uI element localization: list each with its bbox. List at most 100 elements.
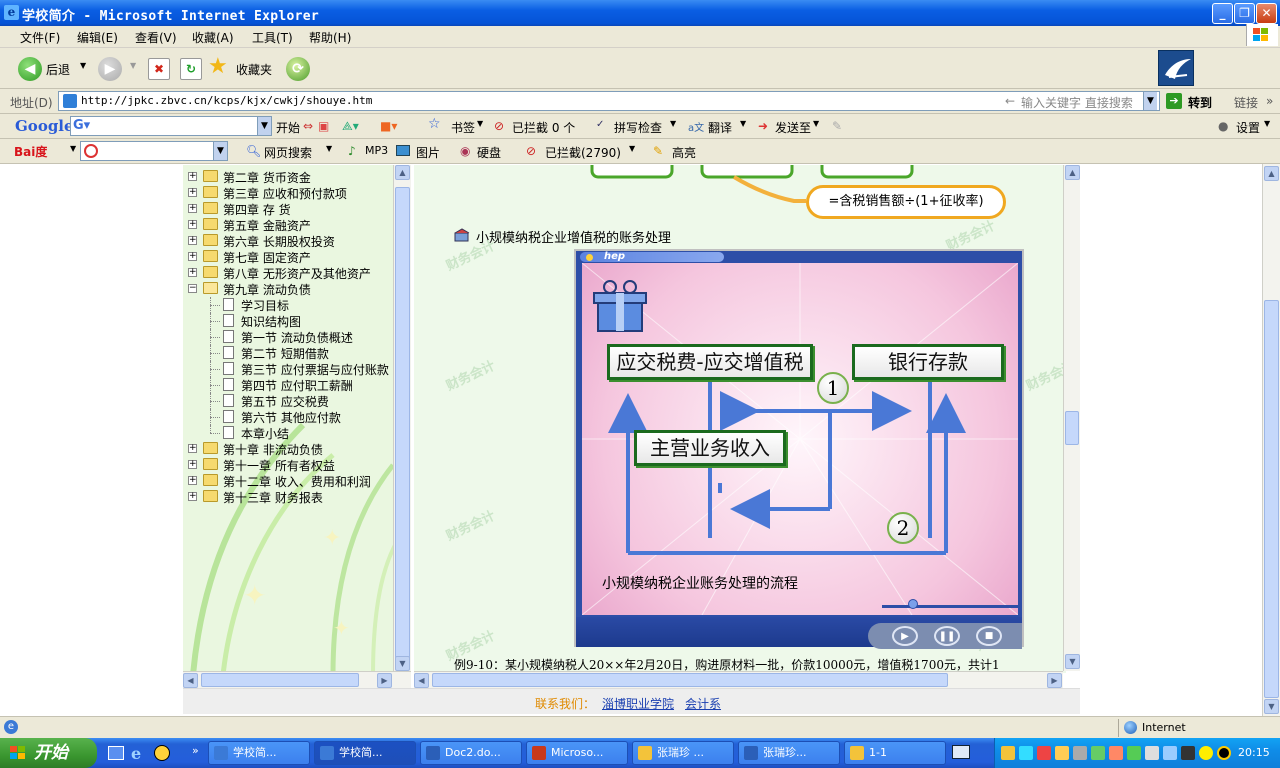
tray-security-icon[interactable] xyxy=(1037,746,1051,760)
left-scroll-down-button[interactable]: ▼ xyxy=(395,656,410,671)
google-start-button[interactable]: 开始 xyxy=(276,119,300,136)
address-dropdown[interactable]: ▼ xyxy=(1143,92,1157,110)
tray-antivirus-icon[interactable] xyxy=(1127,746,1141,760)
window-vertical-scrollbar[interactable]: ▲ ▼ xyxy=(1262,164,1280,716)
expand-icon[interactable]: + xyxy=(188,476,197,485)
forward-dropdown-icon[interactable]: ▼ xyxy=(130,61,136,70)
google-spellcheck-button[interactable]: 拼写检查 xyxy=(614,119,662,136)
left-scroll-up-button[interactable]: ▲ xyxy=(395,165,410,180)
google-settings-button[interactable]: 设置 xyxy=(1236,119,1260,136)
go-button-label[interactable]: 转到 xyxy=(1188,94,1212,111)
baidu-mp3-button[interactable]: MP3 xyxy=(365,144,388,157)
pencil-icon[interactable]: ✎ xyxy=(832,119,842,133)
play-button[interactable]: ▶ xyxy=(892,626,918,646)
collapse-icon[interactable]: − xyxy=(188,284,197,293)
web-search-dropdown-icon[interactable]: ▼ xyxy=(326,144,332,153)
tray-phone-icon[interactable] xyxy=(1163,746,1177,760)
maximize-button[interactable]: ❐ xyxy=(1234,3,1255,24)
progress-track[interactable] xyxy=(882,605,1022,608)
tray-media-icon[interactable] xyxy=(1199,746,1213,760)
menu-view[interactable]: 查看(V) xyxy=(135,29,177,46)
flash-animation-player[interactable]: hep 应交税费-应交增值税 银行存款 主营业务收入 1 2 小规模纳税企业账务… xyxy=(574,249,1024,649)
menu-edit[interactable]: 编辑(E) xyxy=(77,29,118,46)
baidu-disk-button[interactable]: 硬盘 xyxy=(477,144,501,161)
history-icon[interactable]: ⟳ xyxy=(286,57,310,81)
tray-user-icon[interactable] xyxy=(1001,746,1015,760)
keyboard-icon[interactable] xyxy=(952,745,970,759)
menu-tools[interactable]: 工具(T) xyxy=(252,29,293,46)
google-search-options-icon[interactable]: ⇔ xyxy=(303,119,313,133)
left-scroll-right-button[interactable]: ▶ xyxy=(377,673,392,688)
spellcheck-dropdown-icon[interactable]: ▼ xyxy=(670,119,676,128)
tray-printer-icon[interactable] xyxy=(1073,746,1087,760)
google-search-dropdown[interactable]: ▼ xyxy=(257,117,271,135)
expand-icon[interactable]: + xyxy=(188,268,197,277)
expand-icon[interactable]: + xyxy=(188,236,197,245)
right-hscroll-thumb[interactable] xyxy=(432,673,948,687)
minimize-button[interactable]: _ xyxy=(1212,3,1233,24)
right-scroll-up-button[interactable]: ▲ xyxy=(1065,165,1080,180)
tray-network-icon[interactable] xyxy=(1019,746,1033,760)
pause-button[interactable]: ❚❚ xyxy=(934,626,960,646)
refresh-icon[interactable]: ↻ xyxy=(180,58,202,80)
right-scroll-left-button[interactable]: ◀ xyxy=(414,673,429,688)
expand-icon[interactable]: + xyxy=(188,252,197,261)
task-ie-2[interactable]: 学校简... xyxy=(314,741,416,765)
ie-app-icon[interactable]: e xyxy=(4,5,19,20)
google-logo[interactable]: Google xyxy=(15,117,74,135)
links-label[interactable]: 链接 xyxy=(1234,94,1258,111)
tray-volume-icon[interactable] xyxy=(1181,746,1195,760)
task-folder-1-1[interactable]: 1-1 xyxy=(844,741,946,765)
expand-icon[interactable]: + xyxy=(188,220,197,229)
left-hscroll-thumb[interactable] xyxy=(201,673,359,687)
task-word-doc2[interactable]: Doc2.do... xyxy=(420,741,522,765)
baidu-blocked-count[interactable]: 已拦截(2790) xyxy=(545,144,621,161)
google-send-button[interactable]: 发送至 xyxy=(775,119,811,136)
tray-ime-icon[interactable] xyxy=(1145,746,1159,760)
qq-penguin-icon[interactable] xyxy=(154,745,170,761)
window-scroll-thumb[interactable] xyxy=(1264,300,1279,698)
right-scroll-right-button[interactable]: ▶ xyxy=(1047,673,1062,688)
google-search-input[interactable]: G▾ ▼ xyxy=(70,116,272,136)
left-scroll-left-button[interactable]: ◀ xyxy=(183,673,198,688)
google-apps-icon[interactable]: ■▾ xyxy=(380,119,397,133)
bookmarks-dropdown-icon[interactable]: ▼ xyxy=(477,119,483,128)
progress-handle[interactable] xyxy=(908,599,918,609)
menu-favorites[interactable]: 收藏(A) xyxy=(192,29,234,46)
stop-button[interactable]: ■ xyxy=(976,626,1002,646)
back-dropdown-icon[interactable]: ▼ xyxy=(80,61,86,70)
quicklaunch-overflow-icon[interactable]: » xyxy=(192,744,199,757)
send-dropdown-icon[interactable]: ▼ xyxy=(813,119,819,128)
menu-help[interactable]: 帮助(H) xyxy=(309,29,351,46)
right-scroll-down-button[interactable]: ▼ xyxy=(1065,654,1080,669)
tray-input-icon[interactable] xyxy=(1109,746,1123,760)
tray-msn-icon[interactable] xyxy=(1055,746,1069,760)
expand-icon[interactable]: + xyxy=(188,172,197,181)
right-horizontal-scrollbar[interactable]: ◀ ▶ xyxy=(414,671,1063,688)
more-chevron-icon[interactable]: » xyxy=(1266,94,1273,108)
settings-dropdown-icon[interactable]: ▼ xyxy=(1264,119,1270,128)
expand-icon[interactable]: + xyxy=(188,188,197,197)
expand-icon[interactable]: + xyxy=(188,492,197,501)
google-news-icon[interactable]: ▣ xyxy=(318,119,329,133)
expand-icon[interactable]: + xyxy=(188,204,197,213)
window-scroll-down-button[interactable]: ▼ xyxy=(1264,699,1279,714)
baidu-search-dropdown[interactable]: ▼ xyxy=(213,142,227,160)
right-vertical-scrollbar[interactable]: ▲ ▼ xyxy=(1063,165,1080,671)
baidu-logo-dropdown-icon[interactable]: ▼ xyxy=(70,144,76,153)
google-spell-check-icon[interactable]: ⟁▾ xyxy=(342,119,359,134)
blocked-dropdown-icon[interactable]: ▼ xyxy=(629,144,635,153)
baidu-images-button[interactable]: 图片 xyxy=(416,144,440,161)
department-link[interactable]: 会计系 xyxy=(685,695,721,712)
expand-icon[interactable]: + xyxy=(188,444,197,453)
google-blocked-count[interactable]: 已拦截 0 个 xyxy=(512,119,575,136)
clock[interactable]: 20:15 xyxy=(1238,746,1270,759)
favorites-star-icon[interactable]: ★ xyxy=(208,54,228,79)
bookmark-star-icon[interactable]: ☆ xyxy=(428,116,441,132)
task-folder-zhang-1[interactable]: 张瑞珍 ... xyxy=(632,741,734,765)
left-horizontal-scrollbar[interactable]: ◀ ▶ xyxy=(183,671,411,688)
left-scroll-thumb[interactable] xyxy=(395,187,410,659)
close-button[interactable]: ✕ xyxy=(1256,3,1277,24)
stop-icon[interactable]: ✖ xyxy=(148,58,170,80)
google-bookmarks-button[interactable]: 书签 xyxy=(451,119,475,136)
